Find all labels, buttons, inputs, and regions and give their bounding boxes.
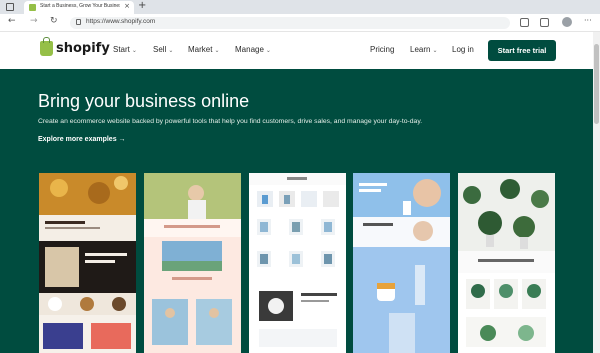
plants-store-example[interactable] [458,173,555,353]
hero-subtitle: Create an ecommerce website backed by po… [38,118,423,125]
login-link[interactable]: Log in [452,45,474,54]
browser-toolbar: ← → ↻ https://www.shopify.com ··· [0,14,600,32]
nav-pricing[interactable]: Pricing [370,45,394,54]
explore-examples-link[interactable]: Explore more examples → [38,136,126,143]
nav-market-label: Market [188,45,213,54]
browser-tab[interactable]: Start a Business, Grow Your Business × [24,1,134,14]
product-grid-store-example[interactable] [249,173,346,353]
plants-store-thumbnail [458,173,555,347]
profile-avatar[interactable] [562,17,572,27]
scrollbar-thumb[interactable] [594,44,599,124]
nav-sell[interactable]: Sell ⌄ [153,45,173,54]
nav-market[interactable]: Market ⌄ [188,45,219,54]
forward-button[interactable]: → [30,16,38,26]
chevron-down-icon: ⌄ [265,48,271,54]
nav-start[interactable]: Start ⌄ [113,45,137,54]
shopify-favicon-icon [29,4,36,11]
skincare-store-example[interactable] [353,173,450,353]
hero-title: Bring your business online [38,91,250,111]
chevron-down-icon: ⌄ [214,48,220,54]
back-button[interactable]: ← [8,16,16,26]
chevron-down-icon: ⌄ [131,48,137,54]
hero-section: Bring your business online Create an eco… [0,69,593,353]
chevron-down-icon: ⌄ [432,48,438,54]
site-header: shopify Start ⌄ Sell ⌄ Market ⌄ Manage ⌄ Pri… [0,32,593,69]
address-bar[interactable]: https://www.shopify.com [70,17,510,29]
favorites-icon[interactable] [520,18,529,27]
fashion-store-example[interactable] [144,173,241,353]
page-scrollbar[interactable] [593,32,600,353]
window-menu-icon[interactable] [6,3,14,11]
browser-menu-icon[interactable]: ··· [584,16,592,25]
url-text: https://www.shopify.com [86,18,156,25]
nav-learn[interactable]: Learn ⌄ [410,45,438,54]
shopify-logo[interactable]: shopify [56,41,110,56]
product-grid-thumbnail [249,173,346,347]
browser-window: Start a Business, Grow Your Business × +… [0,0,600,353]
nav-start-label: Start [113,45,130,54]
coffee-store-example[interactable] [39,173,136,353]
collections-icon[interactable] [540,18,549,27]
reload-button[interactable]: ↻ [50,16,58,26]
nav-manage-label: Manage [235,45,264,54]
nav-manage[interactable]: Manage ⌄ [235,45,271,54]
nav-sell-label: Sell [153,45,167,54]
new-tab-button[interactable]: + [138,0,146,11]
nav-learn-label: Learn [410,45,431,54]
fashion-store-thumbnail [144,173,241,345]
tab-close-icon[interactable]: × [124,2,130,10]
lock-icon [76,19,81,25]
chevron-down-icon: ⌄ [168,48,174,54]
tab-title: Start a Business, Grow Your Business [40,3,120,9]
shopify-bag-icon[interactable] [40,37,53,56]
tab-strip: Start a Business, Grow Your Business × + [0,0,600,14]
skincare-store-thumbnail [353,173,450,353]
coffee-store-thumbnail [39,173,136,353]
start-free-trial-button[interactable]: Start free trial [488,40,556,61]
